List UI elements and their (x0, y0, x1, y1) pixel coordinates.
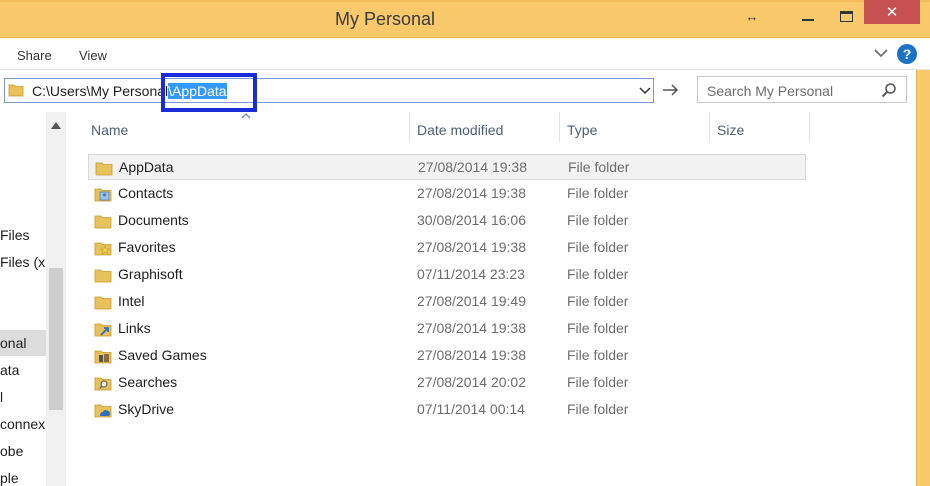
file-row[interactable]: Documents 30/08/2014 16:06 File folder (88, 208, 806, 234)
nav-item[interactable]: l (0, 384, 46, 410)
file-date: 27/08/2014 19:49 (417, 293, 526, 309)
file-date: 07/11/2014 23:23 (417, 266, 525, 282)
column-header-type[interactable]: Type (559, 112, 709, 148)
file-row[interactable]: Links 27/08/2014 19:38 File folder (88, 316, 806, 342)
expand-ribbon-chevron-icon[interactable] (873, 45, 889, 61)
ribbon: Share View ? (0, 38, 930, 70)
tab-view[interactable]: View (79, 48, 107, 63)
file-type: File folder (567, 266, 629, 282)
address-path-prefix: C:\Users\My Personal (32, 83, 169, 99)
file-row[interactable]: Favorites 27/08/2014 19:38 File folder (88, 235, 806, 261)
annotation-highlight-frame (161, 73, 257, 112)
nav-scrollbar-thumb[interactable] (49, 268, 63, 410)
nav-item[interactable]: obe (0, 438, 46, 464)
address-dropdown-chevron-icon[interactable] (638, 84, 652, 98)
tab-share[interactable]: Share (17, 48, 52, 63)
file-name: Contacts (118, 185, 174, 201)
file-type: File folder (567, 320, 629, 336)
minimize-icon (802, 19, 814, 21)
search-placeholder: Search My Personal (707, 83, 834, 99)
file-date: 27/08/2014 19:38 (418, 159, 527, 175)
nav-item[interactable]: Files (x (0, 249, 46, 275)
maximize-icon (839, 10, 853, 22)
file-type: File folder (567, 212, 629, 228)
help-icon[interactable]: ? (897, 44, 917, 64)
file-name: Intel (118, 293, 145, 309)
file-row[interactable]: Searches 27/08/2014 20:02 File folder (88, 370, 806, 396)
file-type: File folder (567, 347, 629, 363)
saved-games-folder-icon (94, 350, 112, 364)
file-row[interactable]: AppData 27/08/2014 19:38 File folder (88, 154, 806, 180)
address-row: C:\Users\My Personal\AppData Search My P… (0, 70, 930, 112)
resize-icon[interactable]: ↔ (734, 2, 770, 30)
file-type: File folder (567, 401, 629, 417)
folder-icon (94, 296, 112, 310)
file-date: 27/08/2014 19:38 (417, 347, 526, 363)
nav-scrollbar[interactable] (46, 112, 66, 486)
nav-item[interactable]: ple (0, 465, 46, 486)
file-name: Links (118, 320, 151, 336)
favorites-folder-icon (94, 242, 112, 256)
file-date: 30/08/2014 16:06 (417, 212, 526, 228)
file-type: File folder (567, 185, 629, 201)
file-name: SkyDrive (118, 401, 175, 417)
file-name: Graphisoft (118, 266, 183, 282)
navigation-pane: Files Files (x onal ata l connex obe ple (0, 112, 66, 486)
close-button[interactable]: ✕ (864, 0, 920, 24)
file-date: 27/08/2014 19:38 (417, 320, 526, 336)
contacts-folder-icon (94, 188, 112, 202)
minimize-button[interactable] (790, 2, 826, 30)
folder-icon (94, 215, 112, 229)
search-icon[interactable] (881, 82, 897, 98)
go-arrow-icon[interactable] (660, 80, 682, 100)
column-separator[interactable] (809, 112, 810, 142)
file-list: Name Date modified Type Size AppData 27/… (66, 112, 916, 486)
file-row[interactable]: Saved Games 27/08/2014 19:38 File folder (88, 343, 806, 369)
file-type: File folder (567, 239, 629, 255)
folder-icon (94, 269, 112, 283)
nav-item[interactable]: Files (0, 222, 46, 248)
file-type: File folder (568, 159, 630, 175)
scroll-up-arrow-icon[interactable] (46, 116, 66, 134)
column-header-date[interactable]: Date modified (409, 112, 559, 148)
nav-item[interactable]: ata (0, 357, 46, 383)
window-title: My Personal (334, 9, 436, 29)
nav-item[interactable]: connex (0, 411, 46, 437)
file-date: 27/08/2014 19:38 (417, 239, 526, 255)
file-name: Searches (118, 374, 178, 390)
file-row[interactable]: Contacts 27/08/2014 19:38 File folder (88, 181, 806, 207)
links-folder-icon (94, 323, 112, 337)
file-name: Documents (118, 212, 189, 228)
column-header-size[interactable]: Size (709, 112, 809, 148)
skydrive-folder-icon (94, 404, 112, 418)
nav-item-selected[interactable]: onal (0, 330, 46, 356)
file-date: 07/11/2014 00:14 (417, 401, 525, 417)
search-input[interactable]: Search My Personal (697, 76, 907, 103)
file-date: 27/08/2014 19:38 (417, 185, 526, 201)
address-bar[interactable]: C:\Users\My Personal\AppData (4, 73, 654, 112)
file-name: Favorites (118, 239, 176, 255)
folder-icon (95, 162, 113, 176)
title-bar: My Personal ↔ ✕ (0, 0, 930, 38)
file-name: AppData (119, 159, 174, 175)
folder-icon (8, 84, 24, 97)
file-date: 27/08/2014 20:02 (417, 374, 526, 390)
file-type: File folder (567, 293, 629, 309)
searches-folder-icon (94, 377, 112, 391)
file-row[interactable]: Graphisoft 07/11/2014 23:23 File folder (88, 262, 806, 288)
window-right-border (916, 70, 930, 486)
file-name: Saved Games (118, 347, 207, 363)
column-header-name[interactable]: Name (83, 112, 409, 148)
file-row[interactable]: SkyDrive 07/11/2014 00:14 File folder (88, 397, 806, 423)
maximize-button[interactable] (828, 2, 864, 30)
file-type: File folder (567, 374, 629, 390)
file-row[interactable]: Intel 27/08/2014 19:49 File folder (88, 289, 806, 315)
